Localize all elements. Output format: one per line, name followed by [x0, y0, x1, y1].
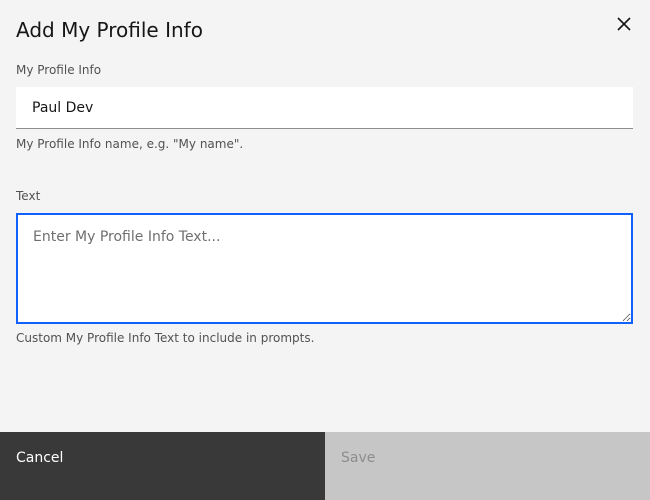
text-field-label: Text	[16, 189, 41, 203]
modal-title: Add My Profile Info	[16, 18, 203, 42]
name-field-helper: My Profile Info name, e.g. "My name".	[16, 137, 244, 151]
save-button[interactable]: Save	[325, 432, 650, 500]
close-icon	[617, 17, 631, 31]
text-textarea[interactable]	[16, 213, 633, 324]
modal-footer: Cancel Save	[0, 432, 650, 500]
cancel-button[interactable]: Cancel	[0, 432, 325, 500]
add-profile-info-modal: Add My Profile Info My Profile Info My P…	[0, 0, 650, 500]
close-button[interactable]	[612, 12, 636, 36]
text-field-helper: Custom My Profile Info Text to include i…	[16, 331, 315, 345]
name-input[interactable]	[16, 87, 633, 129]
name-field-label: My Profile Info	[16, 63, 102, 77]
